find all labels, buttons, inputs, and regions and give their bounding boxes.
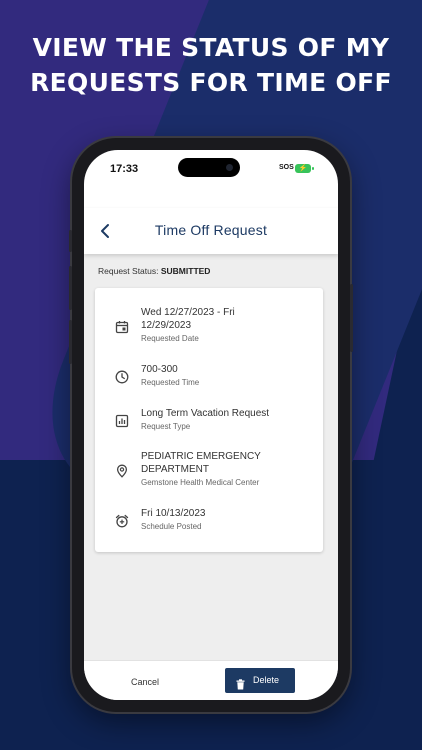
detail-text: Fri 10/13/2023 Schedule Posted [141,507,313,532]
request-status-label: Request Status: [98,266,159,276]
detail-text: Long Term Vacation Request Request Type [141,407,313,432]
detail-text: 700-300 Requested Time [141,363,313,388]
phone-volume-up-button [69,266,72,310]
clock-icon [115,370,129,384]
detail-value: 700-300 [141,364,178,375]
navigation-bar: Time Off Request [84,208,338,254]
action-footer: Cancel Delete [84,660,338,700]
detail-value-line-2: DEPARTMENT [141,464,209,475]
dynamic-island [178,158,240,177]
detail-value: Wed 12/27/2023 - Fri 12/29/2023 [141,306,313,332]
detail-label: Request Type [141,422,191,431]
request-status-value: SUBMITTED [160,266,211,276]
promo-headline: VIEW THE STATUS OF MY REQUESTS FOR TIME … [0,30,422,100]
chart-icon [115,414,129,428]
alarm-add-icon [115,514,129,528]
battery-tip [312,167,314,170]
location-pin-icon [115,464,129,478]
detail-label: Gemstone Health Medical Center [141,478,260,487]
headline-line-1: VIEW THE STATUS OF MY [32,33,390,62]
request-details-card: Wed 12/27/2023 - Fri 12/29/2023 Requeste… [95,288,323,552]
phone-side-button [69,230,72,252]
detail-value: Fri 10/13/2023 [141,508,206,519]
trash-icon [236,675,245,690]
camera-dot [226,164,233,171]
request-status: Request Status: SUBMITTED [98,266,210,276]
delete-button-label: Delete [253,675,280,685]
calendar-icon [115,320,129,334]
detail-value: Long Term Vacation Request [141,408,270,419]
battery-charging-icon: ⚡ [295,164,311,173]
detail-label: Requested Time [141,378,200,387]
detail-text: Wed 12/27/2023 - Fri 12/29/2023 Requeste… [141,306,313,344]
headline-line-2: REQUESTS FOR TIME OFF [30,68,392,97]
phone-frame: 17:33 SOS ⚡ Time Off Request Request Sta… [69,138,353,712]
delete-button[interactable]: Delete [225,668,295,693]
detail-value-line-1: PEDIATRIC EMERGENCY [141,451,261,462]
phone-volume-down-button [69,320,72,364]
detail-label: Requested Date [141,334,199,343]
phone-power-button [350,284,353,352]
content-area: Request Status: SUBMITTED Wed 12/27/2023… [84,254,338,660]
status-bar: 17:33 SOS ⚡ [84,150,338,190]
phone-screen: 17:33 SOS ⚡ Time Off Request Request Sta… [84,150,338,700]
detail-value-line-2: 12/29/2023 [141,320,192,331]
cancel-button[interactable]: Cancel [120,671,170,693]
carrier-label: SOS [279,164,294,171]
detail-label: Schedule Posted [141,522,202,531]
page-title: Time Off Request [154,222,268,238]
detail-value: PEDIATRIC EMERGENCY DEPARTMENT [141,450,313,476]
detail-value-line-1: Wed 12/27/2023 - Fri [141,307,235,318]
detail-text: PEDIATRIC EMERGENCY DEPARTMENT Gemstone … [141,450,313,488]
status-time: 17:33 [110,163,139,175]
